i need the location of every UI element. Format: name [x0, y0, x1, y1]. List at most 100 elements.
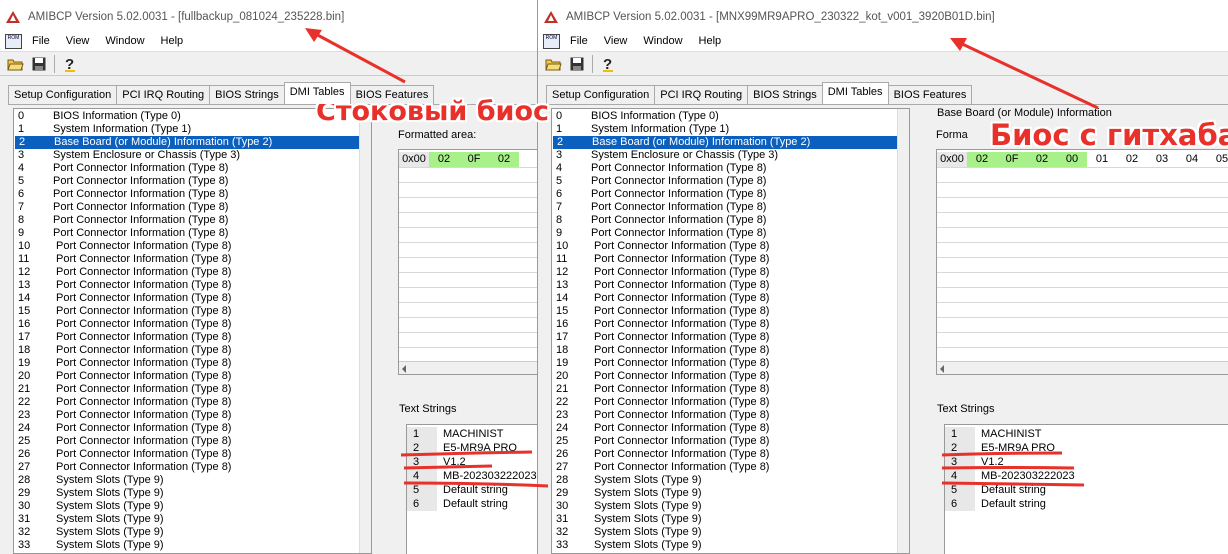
menu-view[interactable]: View — [604, 35, 628, 47]
dmi-list-item[interactable]: 29 System Slots (Type 9) — [552, 487, 899, 500]
text-string-row[interactable]: 1 MACHINIST — [407, 427, 504, 441]
hex-byte-cell[interactable]: 02 — [1027, 152, 1057, 167]
menu-file[interactable]: File — [570, 35, 588, 47]
dmi-list-item[interactable]: 16 Port Connector Information (Type 8) — [14, 318, 361, 331]
string-value[interactable]: V1.2 — [437, 455, 466, 469]
string-value[interactable]: Default string — [437, 483, 508, 497]
dmi-list-item[interactable]: 11 Port Connector Information (Type 8) — [552, 253, 899, 266]
dmi-list-item[interactable]: 7 Port Connector Information (Type 8) — [552, 201, 899, 214]
dmi-structure-list[interactable]: 0 BIOS Information (Type 0) 1 System Inform… — [551, 108, 910, 554]
dmi-list-item[interactable]: 6 Port Connector Information (Type 8) — [14, 188, 361, 201]
hex-byte-cell[interactable]: 02 — [1117, 152, 1147, 167]
tab-dmi-tables[interactable]: DMI Tables — [283, 82, 351, 104]
dmi-list-item[interactable]: 18 Port Connector Information (Type 8) — [14, 344, 361, 357]
dmi-list-item[interactable]: 12 Port Connector Information (Type 8) — [14, 266, 361, 279]
string-value[interactable]: Default string — [437, 497, 508, 511]
dmi-list-item[interactable]: 23 Port Connector Information (Type 8) — [552, 409, 899, 422]
dmi-list-item[interactable]: 30 System Slots (Type 9) — [552, 500, 899, 513]
dmi-list-item[interactable]: 5 Port Connector Information (Type 8) — [14, 175, 361, 188]
text-string-row[interactable]: 4 MB-202303222023 — [407, 469, 537, 483]
dmi-list-item[interactable]: 26 Port Connector Information (Type 8) — [14, 448, 361, 461]
save-button[interactable] — [567, 54, 586, 73]
hex-byte-cell[interactable]: 01 — [1087, 152, 1117, 167]
tab-dmi-tables[interactable]: DMI Tables — [821, 82, 889, 104]
text-strings-table[interactable]: 1 MACHINIST 2 E5-MR9A PRO 3 V1.2 4 MB-202303222… — [944, 424, 1228, 554]
dmi-list-item[interactable]: 2 Base Board (or Module) Information (Typ… — [15, 136, 362, 149]
tab-setup-configuration[interactable]: Setup Configuration — [546, 85, 656, 104]
dmi-list-item[interactable]: 12 Port Connector Information (Type 8) — [552, 266, 899, 279]
string-value[interactable]: MACHINIST — [437, 427, 504, 441]
dmi-list-item[interactable]: 18 Port Connector Information (Type 8) — [552, 344, 899, 357]
dmi-list-item[interactable]: 14 Port Connector Information (Type 8) — [552, 292, 899, 305]
dmi-structure-list[interactable]: 0 BIOS Information (Type 0) 1 System Inform… — [13, 108, 372, 554]
tab-pci-irq-routing[interactable]: PCI IRQ Routing — [116, 85, 211, 104]
formatted-area-hex-grid[interactable]: 0x00 02 0F 02 00 01 02 03 04 05 — [936, 149, 1228, 375]
dmi-list-item[interactable]: 13 Port Connector Information (Type 8) — [552, 279, 899, 292]
dmi-list-item[interactable]: 0 BIOS Information (Type 0) — [552, 110, 899, 123]
dmi-list-item[interactable]: 3 System Enclosure or Chassis (Type 3) — [14, 149, 361, 162]
string-value[interactable]: E5-MR9A PRO — [975, 441, 1055, 455]
text-string-row[interactable]: 3 V1.2 — [407, 455, 466, 469]
string-value[interactable]: Default string — [975, 497, 1046, 511]
menu-window[interactable]: Window — [105, 35, 144, 47]
tab-bios-strings[interactable]: BIOS Strings — [747, 85, 823, 104]
dmi-list-item[interactable]: 33 System Slots (Type 9) — [552, 539, 899, 552]
hex-byte-cell[interactable]: 0F — [997, 152, 1027, 167]
string-value[interactable]: MACHINIST — [975, 427, 1042, 441]
dmi-list-item[interactable]: 10 Port Connector Information (Type 8) — [552, 240, 899, 253]
formatted-area-hex-grid[interactable]: 0x00 02 0F 02 — [398, 149, 540, 375]
dmi-list-item[interactable]: 17 Port Connector Information (Type 8) — [552, 331, 899, 344]
dmi-list-item[interactable]: 6 Port Connector Information (Type 8) — [552, 188, 899, 201]
hex-byte-cell[interactable]: 0F — [459, 152, 489, 167]
dmi-list-item[interactable]: 19 Port Connector Information (Type 8) — [552, 357, 899, 370]
string-value[interactable]: MB-202303222023 — [437, 469, 537, 483]
dmi-list-item[interactable]: 21 Port Connector Information (Type 8) — [552, 383, 899, 396]
dmi-list-item[interactable]: 24 Port Connector Information (Type 8) — [14, 422, 361, 435]
dmi-list-item[interactable]: 11 Port Connector Information (Type 8) — [14, 253, 361, 266]
dmi-list-item[interactable]: 21 Port Connector Information (Type 8) — [14, 383, 361, 396]
dmi-list-item[interactable]: 19 Port Connector Information (Type 8) — [14, 357, 361, 370]
text-string-row[interactable]: 2 E5-MR9A PRO — [407, 441, 517, 455]
string-value[interactable]: MB-202303222023 — [975, 469, 1075, 483]
text-string-row[interactable]: 6 Default string — [945, 497, 1046, 511]
scroll-left-icon[interactable] — [402, 365, 406, 373]
dmi-list-item[interactable]: 20 Port Connector Information (Type 8) — [14, 370, 361, 383]
dmi-list-item[interactable]: 22 Port Connector Information (Type 8) — [552, 396, 899, 409]
list-scrollbar[interactable] — [359, 109, 371, 553]
text-string-row[interactable]: 6 Default string — [407, 497, 508, 511]
dmi-list-item[interactable]: 25 Port Connector Information (Type 8) — [552, 435, 899, 448]
dmi-list-item[interactable]: 24 Port Connector Information (Type 8) — [552, 422, 899, 435]
hex-byte-cell[interactable]: 00 — [1057, 152, 1087, 167]
dmi-list-item[interactable]: 10 Port Connector Information (Type 8) — [14, 240, 361, 253]
text-string-row[interactable]: 2 E5-MR9A PRO — [945, 441, 1055, 455]
dmi-list-item[interactable]: 28 System Slots (Type 9) — [552, 474, 899, 487]
dmi-list-item[interactable]: 20 Port Connector Information (Type 8) — [552, 370, 899, 383]
hex-horizontal-scrollbar[interactable] — [399, 361, 540, 374]
dmi-list-item[interactable]: 17 Port Connector Information (Type 8) — [14, 331, 361, 344]
dmi-list-item[interactable]: 22 Port Connector Information (Type 8) — [14, 396, 361, 409]
dmi-list-item[interactable]: 32 System Slots (Type 9) — [552, 526, 899, 539]
dmi-list-item[interactable]: 5 Port Connector Information (Type 8) — [552, 175, 899, 188]
dmi-list-item[interactable]: 14 Port Connector Information (Type 8) — [14, 292, 361, 305]
dmi-list-item[interactable]: 3 System Enclosure or Chassis (Type 3) — [552, 149, 899, 162]
dmi-list-item[interactable]: 1 System Information (Type 1) — [552, 123, 899, 136]
tab-bios-strings[interactable]: BIOS Strings — [209, 85, 285, 104]
scroll-left-icon[interactable] — [940, 365, 944, 373]
text-string-row[interactable]: 5 Default string — [945, 483, 1046, 497]
save-button[interactable] — [29, 54, 48, 73]
dmi-list-item[interactable]: 16 Port Connector Information (Type 8) — [552, 318, 899, 331]
dmi-list-item[interactable]: 33 System Slots (Type 9) — [14, 539, 361, 552]
text-string-row[interactable]: 4 MB-202303222023 — [945, 469, 1075, 483]
dmi-list-item[interactable]: 28 System Slots (Type 9) — [14, 474, 361, 487]
string-value[interactable]: Default string — [975, 483, 1046, 497]
hex-byte-cell[interactable]: 04 — [1177, 152, 1207, 167]
dmi-list-item[interactable]: 31 System Slots (Type 9) — [552, 513, 899, 526]
dmi-list-item[interactable]: 9 Port Connector Information (Type 8) — [552, 227, 899, 240]
hex-byte-cell[interactable]: 03 — [1147, 152, 1177, 167]
dmi-list-item[interactable]: 1 System Information (Type 1) — [14, 123, 361, 136]
string-value[interactable]: V1.2 — [975, 455, 1004, 469]
dmi-list-item[interactable]: 31 System Slots (Type 9) — [14, 513, 361, 526]
dmi-list-item[interactable]: 7 Port Connector Information (Type 8) — [14, 201, 361, 214]
list-scrollbar[interactable] — [897, 109, 909, 553]
hex-horizontal-scrollbar[interactable] — [937, 361, 1228, 374]
